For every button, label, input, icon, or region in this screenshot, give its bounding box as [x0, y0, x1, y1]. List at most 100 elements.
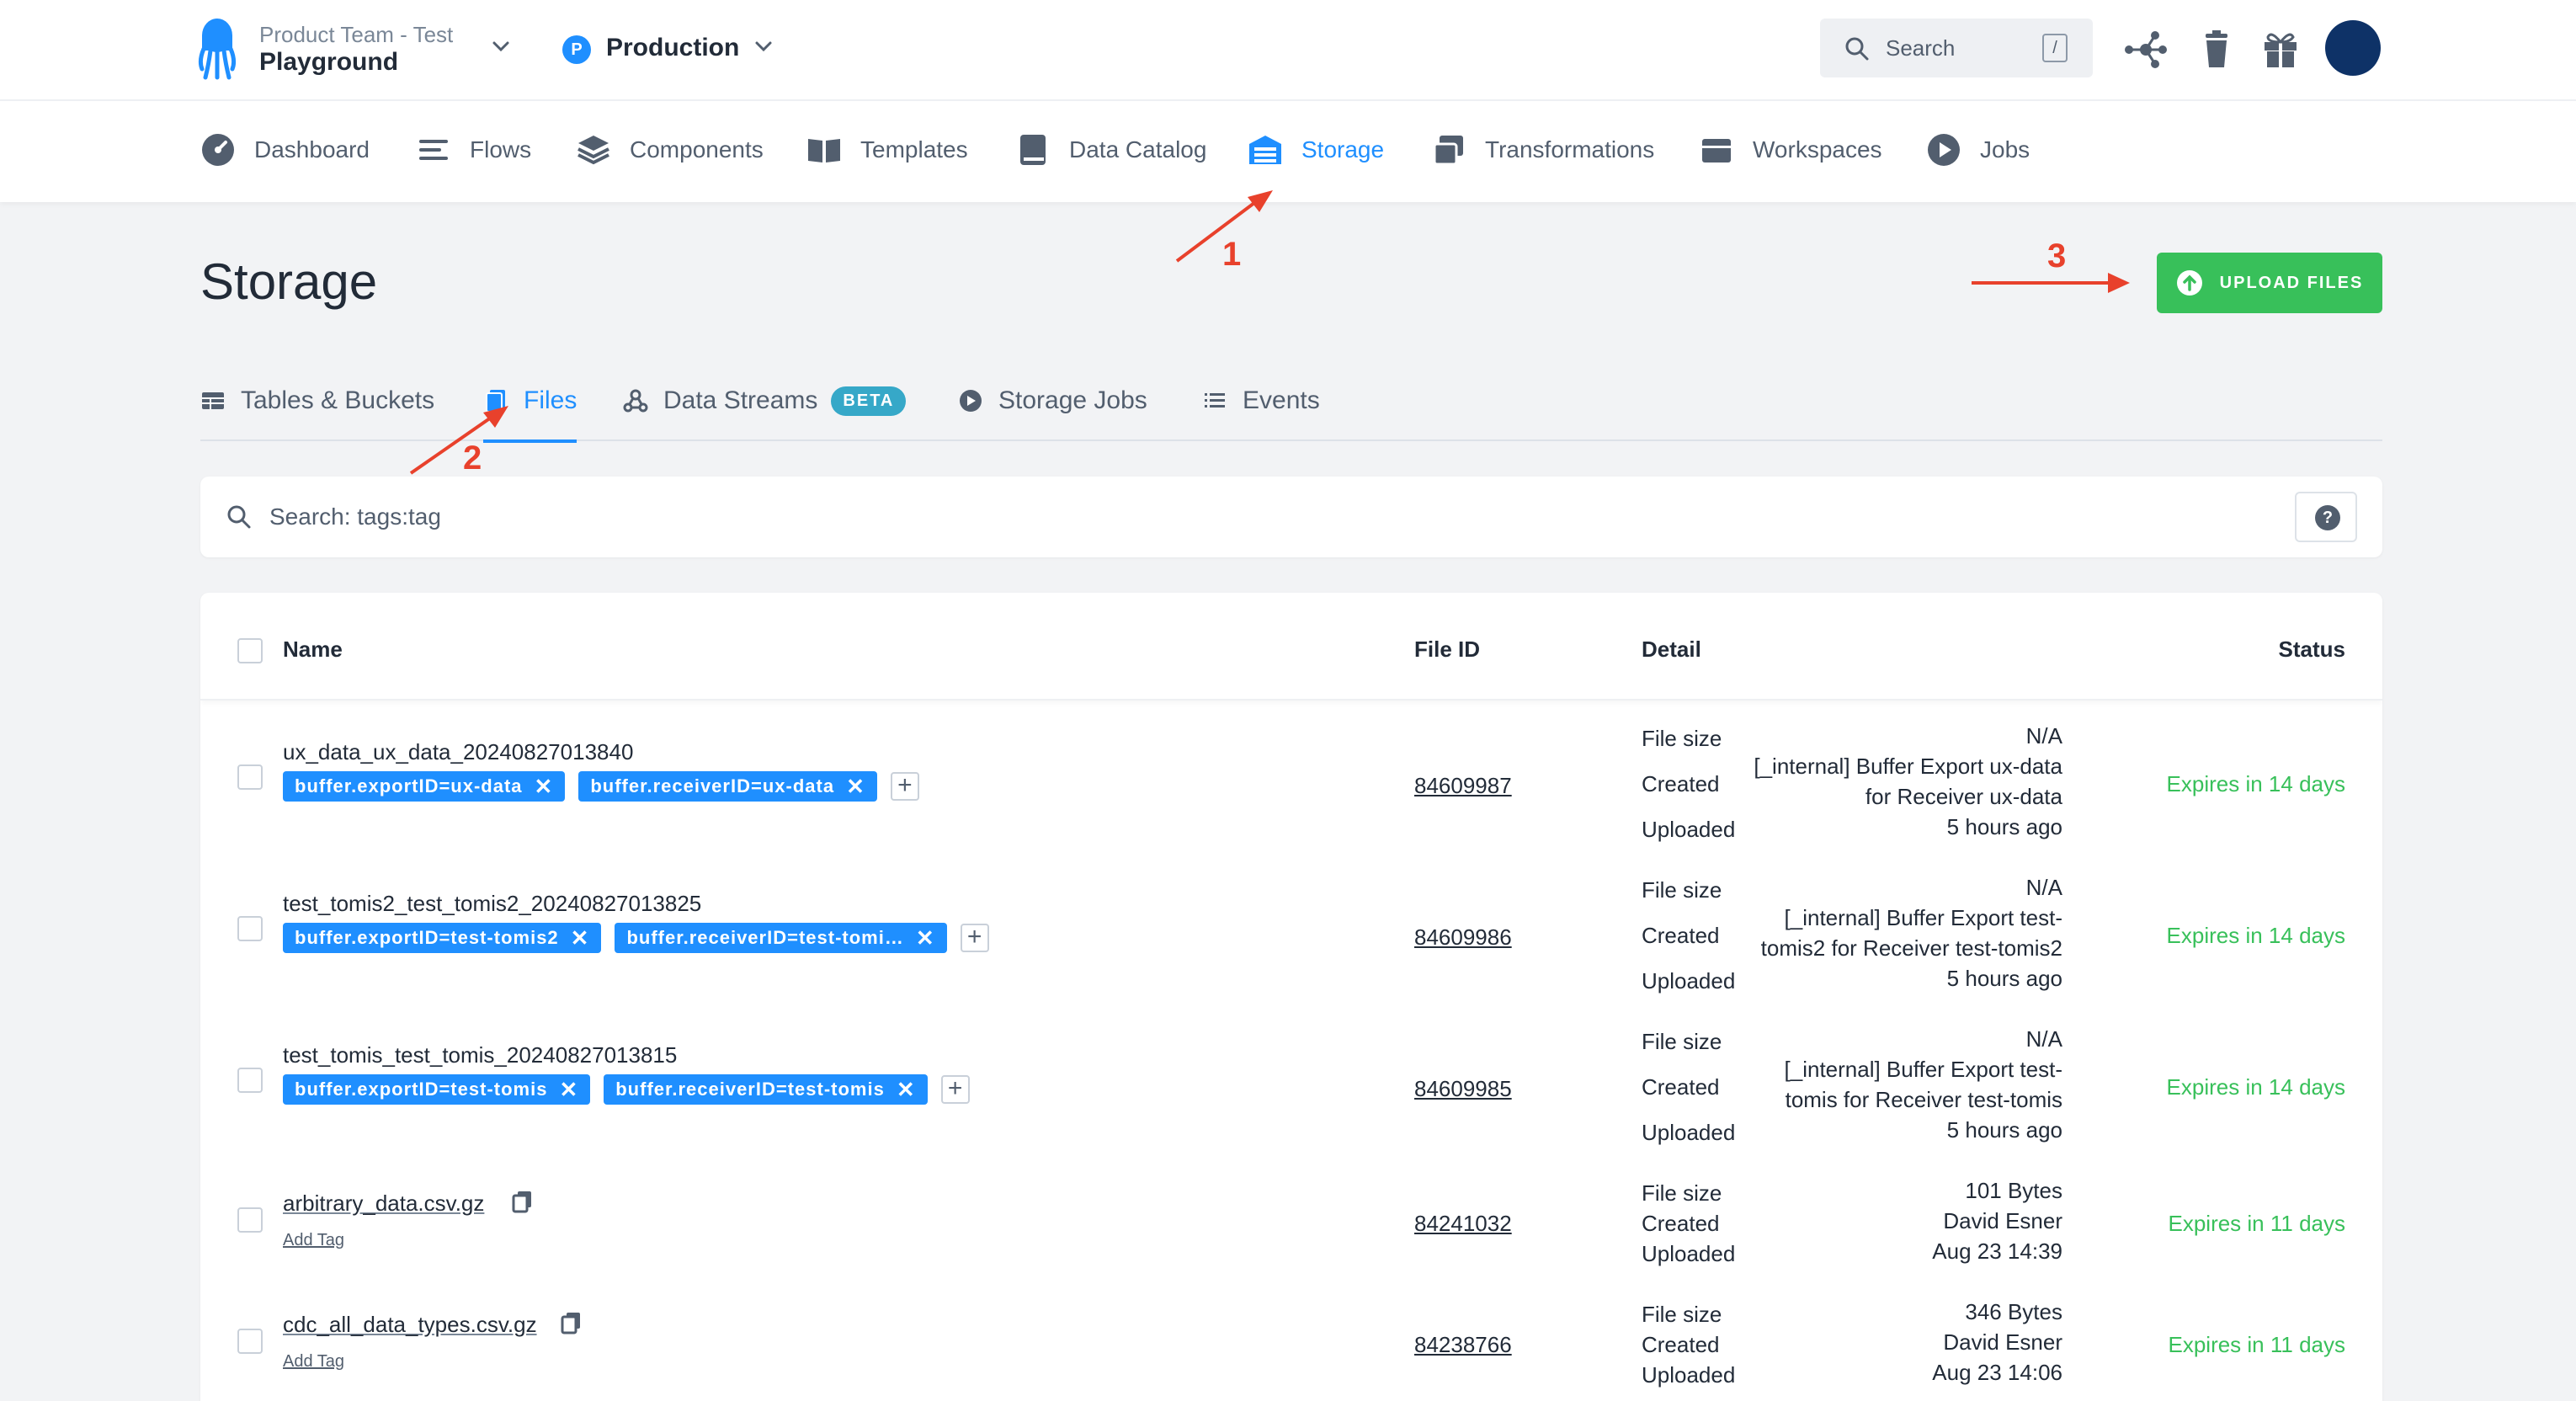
select-all-checkbox[interactable] — [237, 638, 263, 663]
detail-label-uploaded: Uploaded — [1642, 1241, 1736, 1266]
nav-jobs[interactable]: Jobs — [1926, 126, 2030, 173]
tab-data-streams[interactable]: Data Streams BETA — [623, 362, 907, 439]
tag-chip[interactable]: buffer.exportID=ux-data ✕ — [283, 771, 566, 802]
add-tag-plus-icon[interactable]: + — [960, 924, 989, 952]
gift-icon[interactable] — [2256, 25, 2305, 74]
table-row[interactable]: test_tomis2_test_tomis2_20240827013825 b… — [200, 855, 2382, 1007]
remove-tag-icon[interactable]: ✕ — [535, 774, 554, 800]
file-id-link[interactable]: 84609986 — [1414, 924, 1512, 951]
upload-files-button[interactable]: UPLOAD FILES — [2157, 253, 2382, 313]
status-expires: Expires in 11 days — [2168, 1332, 2345, 1357]
add-tag-plus-icon[interactable]: + — [890, 772, 919, 801]
nav-flows[interactable]: Flows — [416, 126, 531, 173]
nav-dashboard[interactable]: Dashboard — [200, 126, 370, 173]
header-file-id[interactable]: File ID — [1414, 637, 1480, 663]
tag-label: buffer.receiverID=test-tomis — [615, 1079, 885, 1100]
tag-list: buffer.exportID=test-tomis2 ✕ buffer.rece… — [283, 923, 989, 953]
file-id-link[interactable]: 84609987 — [1414, 773, 1512, 799]
nav-data-catalog[interactable]: Data Catalog — [1015, 126, 1206, 173]
nav-templates[interactable]: Templates — [806, 126, 968, 173]
table-icon — [202, 392, 224, 409]
data-catalog-icon — [1020, 135, 1046, 165]
file-name: ux_data_ux_data_20240827013840 — [283, 739, 634, 764]
remove-tag-icon[interactable]: ✕ — [846, 774, 865, 800]
detail-size: N/A — [2025, 1026, 2062, 1052]
transformations-icon — [1433, 136, 1463, 166]
lineage-icon[interactable] — [2121, 25, 2170, 74]
jobs-icon — [1928, 134, 1960, 166]
detail-label-uploaded: Uploaded — [1642, 817, 1736, 842]
row-checkbox[interactable] — [237, 764, 263, 790]
nav-label: Templates — [860, 136, 968, 162]
global-search[interactable]: Search / — [1820, 19, 2093, 77]
remove-tag-icon[interactable]: ✕ — [559, 1077, 578, 1103]
table-row[interactable]: arbitrary_data.csv.gz Add Tag 84241032 F… — [200, 1159, 2382, 1280]
add-tag-link[interactable]: Add Tag — [283, 1352, 344, 1372]
tag-list: buffer.exportID=ux-data ✕ buffer.receiver… — [283, 771, 919, 802]
tab-label: Files — [524, 386, 577, 414]
table-row[interactable]: test_tomis_test_tomis_20240827013815 buf… — [200, 1007, 2382, 1159]
detail-label-size: File size — [1642, 1302, 1722, 1327]
keboola-logo-icon[interactable] — [195, 19, 239, 81]
copy-icon[interactable] — [559, 1310, 584, 1335]
chevron-down-icon[interactable] — [751, 34, 776, 59]
remove-tag-icon[interactable]: ✕ — [897, 1077, 916, 1103]
user-avatar[interactable] — [2325, 20, 2381, 76]
templates-icon — [808, 139, 840, 162]
annotation-number: 3 — [2047, 237, 2067, 274]
tab-files[interactable]: Files — [483, 362, 577, 443]
row-checkbox[interactable] — [237, 1068, 263, 1093]
header-name[interactable]: Name — [283, 637, 343, 663]
detail-size: N/A — [2025, 875, 2062, 900]
detail-created: David Esner — [1943, 1208, 2062, 1233]
nav-workspaces[interactable]: Workspaces — [1699, 126, 1882, 173]
tag-chip[interactable]: buffer.receiverID=test-tomis ✕ — [604, 1074, 928, 1105]
environment-badge: P — [562, 35, 591, 64]
status-expires: Expires in 14 days — [2166, 771, 2345, 796]
chevron-down-icon[interactable] — [488, 34, 514, 59]
file-id-link[interactable]: 84609985 — [1414, 1076, 1512, 1102]
tag-chip[interactable]: buffer.exportID=test-tomis2 ✕ — [283, 923, 602, 953]
search-help-button[interactable]: ? — [2295, 492, 2357, 542]
file-search-box: ? — [200, 477, 2382, 557]
storage-tabs: Tables & Buckets Files Data Streams BETA… — [200, 362, 2382, 443]
add-tag-plus-icon[interactable]: + — [940, 1075, 970, 1104]
file-search-input[interactable] — [269, 495, 2206, 539]
detail-label-uploaded: Uploaded — [1642, 968, 1736, 993]
tab-storage-jobs[interactable]: Storage Jobs — [958, 362, 1147, 439]
file-name-link[interactable]: cdc_all_data_types.csv.gz — [283, 1312, 537, 1338]
detail-label-size: File size — [1642, 726, 1722, 751]
project-selector[interactable]: Product Team - Test Playground — [259, 22, 453, 77]
tag-chip[interactable]: buffer.exportID=test-tomis ✕ — [283, 1074, 591, 1105]
tag-chip[interactable]: buffer.receiverID=test-tomi… ✕ — [615, 923, 947, 953]
file-name-link[interactable]: arbitrary_data.csv.gz — [283, 1191, 484, 1217]
table-row[interactable]: ux_data_ux_data_20240827013840 buffer.ex… — [200, 704, 2382, 855]
tab-tables-buckets[interactable]: Tables & Buckets — [200, 362, 434, 439]
detail-created-line: tomis2 for Receiver test-tomis2 — [1760, 935, 2062, 961]
row-checkbox[interactable] — [237, 1329, 263, 1354]
status-expires: Expires in 14 days — [2166, 923, 2345, 948]
detail-label-size: File size — [1642, 877, 1722, 903]
annotation-arrow-3 — [1972, 273, 2130, 293]
file-id-link[interactable]: 84241032 — [1414, 1211, 1512, 1237]
table-row[interactable]: cdc_all_data_types.csv.gz Add Tag 842387… — [200, 1280, 2382, 1401]
detail-created-line: [_internal] Buffer Export test- — [1784, 905, 2062, 930]
tag-chip[interactable]: buffer.receiverID=ux-data ✕ — [578, 771, 877, 802]
row-checkbox[interactable] — [237, 1207, 263, 1233]
add-tag-link[interactable]: Add Tag — [283, 1231, 344, 1250]
nav-components[interactable]: Components — [576, 126, 764, 173]
tab-events[interactable]: Events — [1202, 362, 1320, 439]
row-checkbox[interactable] — [237, 916, 263, 941]
files-icon — [486, 390, 505, 413]
copy-icon[interactable] — [510, 1189, 535, 1214]
file-id-link[interactable]: 84238766 — [1414, 1332, 1512, 1358]
nav-storage[interactable]: Storage — [1248, 126, 1384, 173]
nav-transformations[interactable]: Transformations — [1431, 126, 1654, 173]
nav-label: Dashboard — [254, 136, 370, 162]
remove-tag-icon[interactable]: ✕ — [916, 925, 935, 951]
environment-name[interactable]: Production — [606, 34, 739, 62]
tag-label: buffer.exportID=ux-data — [295, 775, 523, 796]
help-icon: ? — [2315, 505, 2340, 530]
remove-tag-icon[interactable]: ✕ — [571, 925, 590, 951]
trash-icon[interactable] — [2192, 25, 2241, 74]
